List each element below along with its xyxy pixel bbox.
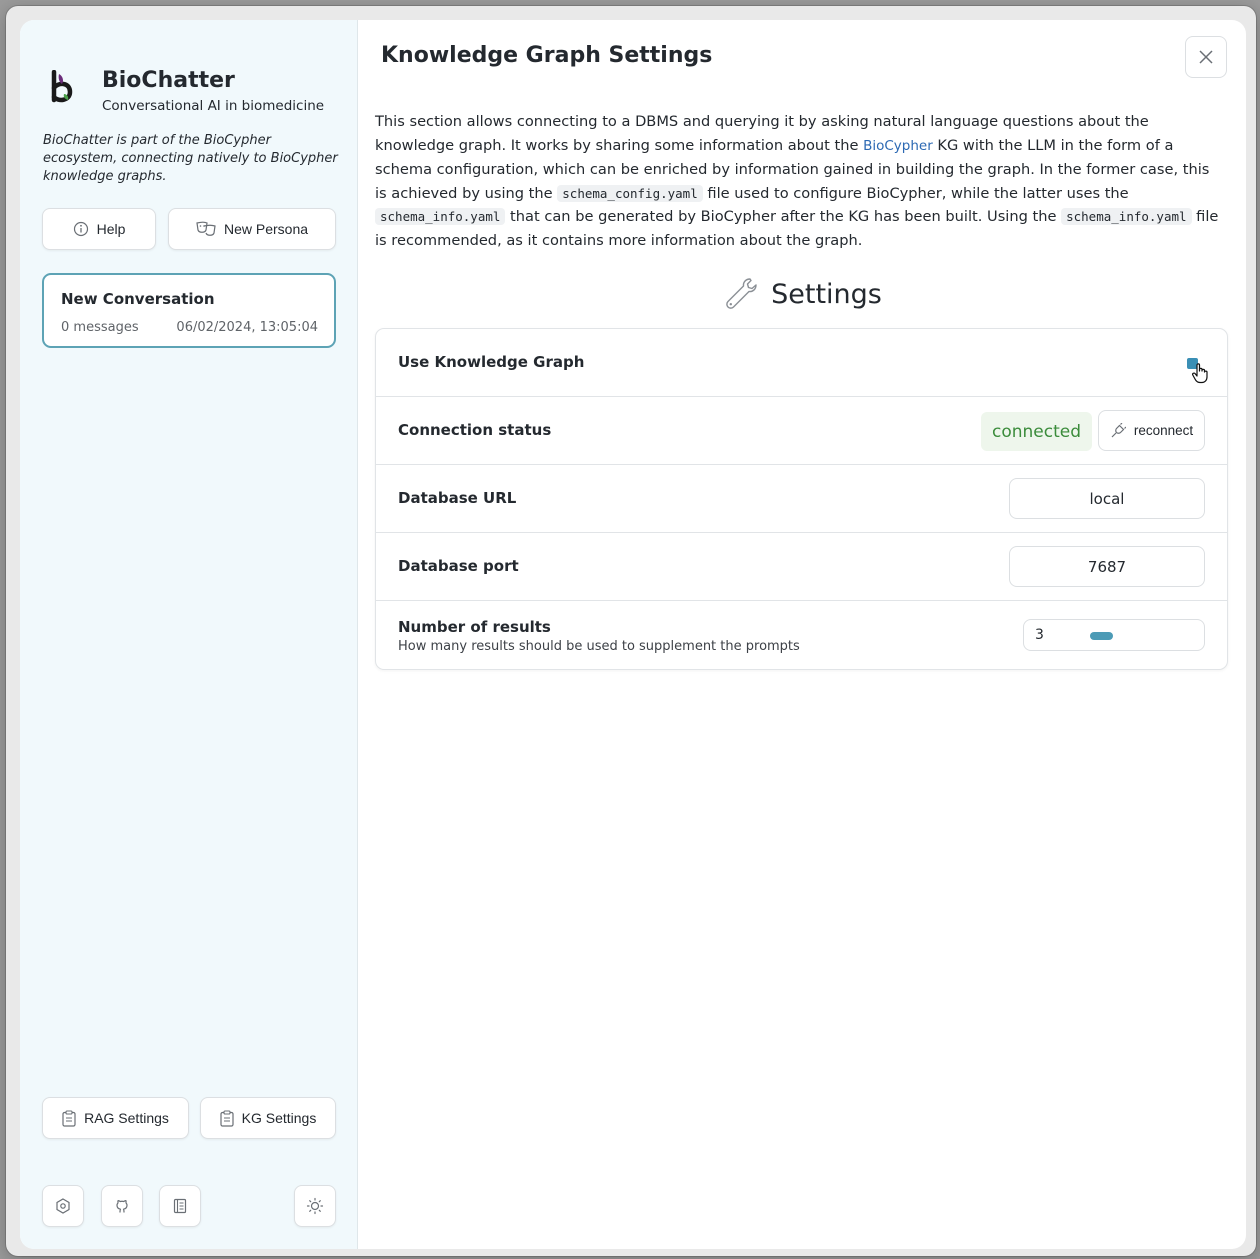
settings-title: Settings — [771, 278, 882, 310]
intro-paragraph: This section allows connecting to a DBMS… — [375, 110, 1225, 253]
sun-icon — [306, 1197, 324, 1215]
info-icon — [73, 221, 89, 237]
help-label: Help — [96, 221, 126, 237]
app-name: BioChatter — [102, 68, 235, 93]
intro-text: file used to configure BioCypher, while … — [702, 184, 1129, 202]
db-url-label: Database URL — [398, 489, 517, 507]
db-port-label: Database port — [398, 557, 519, 575]
kg-settings-dialog: Knowledge Graph Settings This section al… — [359, 20, 1246, 1249]
num-results-value: 3 — [1035, 627, 1044, 643]
conversation-item[interactable]: New Conversation 0 messages 06/02/2024, … — [42, 273, 336, 348]
slider-track[interactable] — [1090, 632, 1192, 640]
settings-hex-icon — [56, 1198, 70, 1214]
sidebar-description: BioChatter is part of the BioCypher ecos… — [43, 133, 338, 184]
use-kg-label: Use Knowledge Graph — [398, 353, 585, 371]
num-results-hint: How many results should be used to suppl… — [398, 639, 800, 654]
hand-cursor-icon — [1192, 363, 1208, 384]
theme-toggle-button[interactable] — [294, 1185, 336, 1227]
connection-status-row: Connection status connected reconnect — [376, 397, 1227, 465]
num-results-slider[interactable]: 3 — [1023, 619, 1205, 651]
brand: BioChatter Conversational AI in biomedic… — [48, 68, 324, 114]
db-port-row: Database port — [376, 533, 1227, 601]
connection-status-label: Connection status — [398, 421, 552, 439]
use-kg-row: Use Knowledge Graph — [376, 329, 1227, 397]
num-results-label: Number of results — [398, 618, 551, 636]
kg-settings-label: KG Settings — [241, 1110, 317, 1126]
close-icon — [1199, 50, 1213, 64]
new-persona-button[interactable]: New Persona — [168, 208, 336, 250]
dialog-title: Knowledge Graph Settings — [381, 43, 713, 68]
clipboard-icon — [62, 1109, 76, 1127]
db-url-row: Database URL — [376, 465, 1227, 533]
settings-panel: Use Knowledge Graph Connection status co… — [375, 328, 1228, 670]
reconnect-button[interactable]: reconnect — [1098, 410, 1205, 451]
sidebar: BioChatter Conversational AI in biomedic… — [20, 20, 358, 1249]
wrench-icon — [726, 278, 757, 309]
app-tagline: Conversational AI in biomedicine — [102, 98, 325, 114]
app-window: BioChatter Conversational AI in biomedic… — [20, 20, 1246, 1249]
docs-button[interactable] — [159, 1185, 201, 1227]
reconnect-label: reconnect — [1133, 423, 1194, 438]
status-badge: connected — [980, 412, 1092, 451]
schema-info-code: schema_info.yaml — [1061, 208, 1192, 226]
github-icon — [116, 1200, 128, 1213]
rag-settings-label: RAG Settings — [84, 1110, 169, 1126]
github-button[interactable] — [101, 1185, 143, 1227]
conversation-date: 06/02/2024, 13:05:04 — [176, 320, 318, 335]
plug-icon — [1110, 422, 1126, 439]
docs-icon — [173, 1198, 187, 1214]
conversation-title: New Conversation — [61, 290, 215, 308]
schema-config-code: schema_config.yaml — [557, 184, 703, 202]
rag-settings-button[interactable]: RAG Settings — [42, 1097, 189, 1139]
settings-hex-button[interactable] — [42, 1185, 84, 1227]
theater-masks-icon — [196, 221, 216, 237]
settings-heading: Settings — [359, 276, 1246, 312]
new-persona-label: New Persona — [223, 221, 309, 237]
kg-settings-button[interactable]: KG Settings — [200, 1097, 336, 1139]
db-port-input[interactable] — [1009, 546, 1205, 587]
slider-thumb[interactable] — [1090, 632, 1113, 640]
biocypher-link[interactable]: BioCypher — [863, 138, 933, 154]
intro-text: that can be generated by BioCypher after… — [505, 208, 1062, 226]
conversation-message-count: 0 messages — [61, 320, 139, 335]
num-results-row: Number of results How many results shoul… — [376, 601, 1227, 671]
clipboard-icon — [220, 1109, 234, 1127]
schema-info-code: schema_info.yaml — [375, 208, 506, 226]
close-button[interactable] — [1185, 36, 1227, 78]
db-url-input[interactable] — [1009, 478, 1205, 519]
help-button[interactable]: Help — [42, 208, 156, 250]
biochatter-logo-icon — [51, 70, 73, 103]
